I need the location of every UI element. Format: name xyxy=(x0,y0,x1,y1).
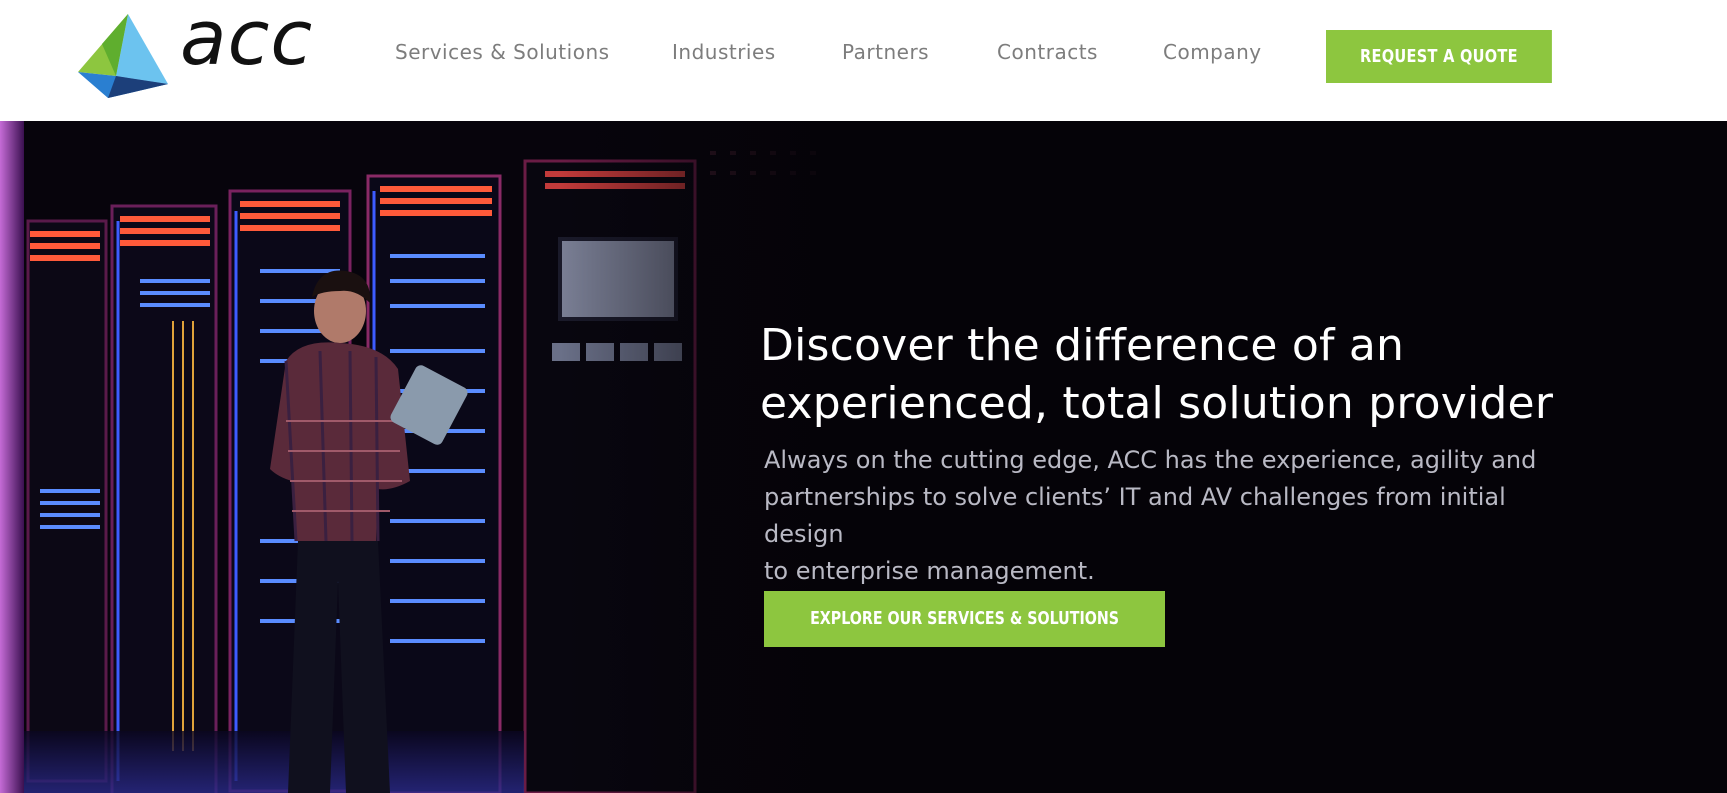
site-header: acc Services & Solutions Industries Part… xyxy=(0,0,1727,121)
hero-title: Discover the difference of an experience… xyxy=(760,317,1660,433)
nav-industries[interactable]: Industries xyxy=(672,40,776,64)
explore-services-button-label: EXPLORE OUR SERVICES & SOLUTIONS xyxy=(810,608,1119,629)
hero-subtitle: Always on the cutting edge, ACC has the … xyxy=(764,442,1564,590)
request-quote-button[interactable]: REQUEST A QUOTE xyxy=(1326,30,1552,83)
acc-logo-wordmark: acc xyxy=(180,0,314,82)
nav-company[interactable]: Company xyxy=(1163,40,1262,64)
hero-subtitle-line-2: partnerships to solve clients’ IT and AV… xyxy=(764,483,1506,548)
acc-logo-mark-icon xyxy=(78,14,168,98)
explore-services-button[interactable]: EXPLORE OUR SERVICES & SOLUTIONS xyxy=(764,591,1165,647)
hero-subtitle-line-3: to enterprise management. xyxy=(764,557,1095,585)
nav-contracts[interactable]: Contracts xyxy=(997,40,1098,64)
hero-section: Discover the difference of an experience… xyxy=(0,121,1727,793)
hero-subtitle-line-1: Always on the cutting edge, ACC has the … xyxy=(764,446,1537,474)
nav-partners[interactable]: Partners xyxy=(842,40,929,64)
hero-title-line-2: experienced, total solution provider xyxy=(760,378,1554,429)
hero-title-line-1: Discover the difference of an xyxy=(760,320,1405,371)
acc-logo[interactable]: acc xyxy=(76,0,326,100)
nav-services-solutions[interactable]: Services & Solutions xyxy=(395,40,610,64)
